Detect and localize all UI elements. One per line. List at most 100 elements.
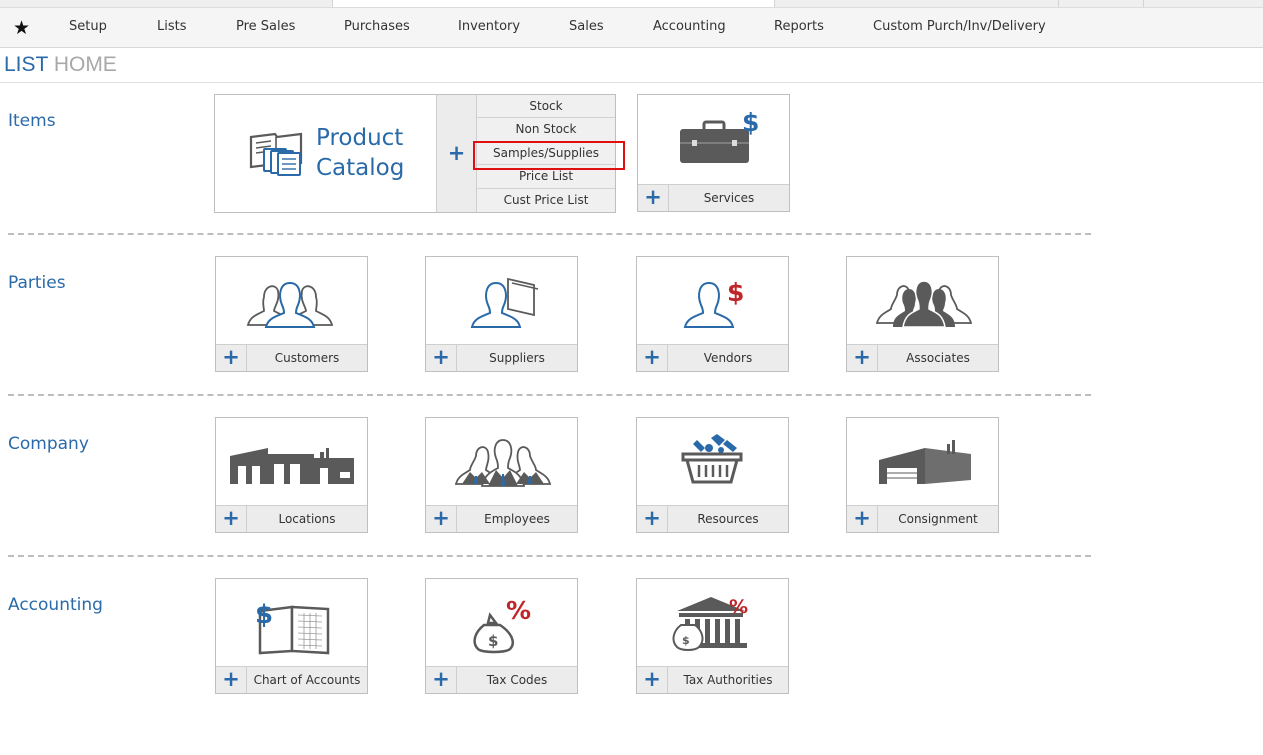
card-footer: + Consignment	[847, 505, 998, 532]
card-customers[interactable]: + Customers	[215, 256, 368, 372]
consignment-label[interactable]: Consignment	[878, 506, 998, 532]
chart-of-accounts-icon: $	[255, 600, 330, 655]
card-consignment[interactable]: + Consignment	[846, 417, 999, 533]
suppliers-icon	[470, 277, 539, 328]
nav-sales[interactable]: Sales	[569, 19, 604, 34]
card-art: $ %	[426, 579, 577, 668]
section-label-items: Items	[8, 111, 56, 131]
svg-text:$: $	[488, 632, 498, 650]
add-location-button[interactable]: +	[216, 506, 247, 532]
resources-icon	[681, 434, 743, 484]
locations-label[interactable]: Locations	[247, 506, 367, 532]
product-catalog-title-line1: Product	[316, 125, 404, 151]
card-footer: + Employees	[426, 505, 577, 532]
card-art	[216, 418, 367, 507]
services-label[interactable]: Services	[669, 185, 789, 211]
page-title-list: LIST	[4, 53, 48, 76]
add-resource-button[interactable]: +	[637, 506, 668, 532]
nav-reports[interactable]: Reports	[774, 19, 824, 34]
consignment-icon	[879, 440, 971, 484]
add-associate-button[interactable]: +	[847, 345, 878, 371]
employees-icon	[454, 439, 552, 487]
suppliers-label[interactable]: Suppliers	[457, 345, 577, 371]
svg-text:%: %	[506, 596, 531, 625]
tax-codes-label[interactable]: Tax Codes	[457, 667, 577, 693]
toolbox-icon: $	[680, 108, 759, 163]
card-locations[interactable]: + Locations	[215, 417, 368, 533]
add-tax-code-button[interactable]: +	[426, 667, 457, 693]
add-services-button[interactable]: +	[638, 185, 669, 211]
sub-item-cust-price-list[interactable]: Cust Price List	[477, 189, 615, 212]
card-suppliers[interactable]: + Suppliers	[425, 256, 578, 372]
section-label-parties: Parties	[8, 273, 66, 293]
active-tab[interactable]	[332, 0, 775, 7]
page-title: LIST HOME	[4, 53, 117, 77]
card-footer: + Customers	[216, 344, 367, 371]
sub-item-non-stock[interactable]: Non Stock	[477, 118, 615, 142]
svg-text:$: $	[255, 600, 273, 630]
card-art	[847, 257, 998, 346]
card-art	[637, 418, 788, 507]
card-tax-authorities[interactable]: % $ + Tax Authorities	[636, 578, 789, 694]
card-footer: + Services	[638, 184, 789, 211]
card-employees[interactable]: + Employees	[425, 417, 578, 533]
add-consignment-button[interactable]: +	[847, 506, 878, 532]
section-divider	[8, 394, 1091, 396]
sub-item-stock[interactable]: Stock	[477, 95, 615, 119]
add-customer-button[interactable]: +	[216, 345, 247, 371]
svg-text:$: $	[727, 278, 744, 307]
tax-authorities-icon: % $	[672, 596, 748, 651]
nav-lists[interactable]: Lists	[157, 19, 187, 34]
card-vendors[interactable]: $ + Vendors	[636, 256, 789, 372]
nav-custom-purch-inv-delivery[interactable]: Custom Purch/Inv/Delivery	[873, 19, 1046, 34]
associates-label[interactable]: Associates	[878, 345, 998, 371]
card-art: $	[637, 257, 788, 346]
card-art: $	[638, 95, 789, 186]
card-footer: + Tax Authorities	[637, 666, 788, 693]
section-label-company: Company	[8, 434, 89, 454]
customers-icon	[246, 281, 334, 328]
card-footer: + Tax Codes	[426, 666, 577, 693]
card-chart-of-accounts[interactable]: $ + Chart of Accounts	[215, 578, 368, 694]
add-account-button[interactable]: +	[216, 667, 247, 693]
card-tax-codes[interactable]: $ % + Tax Codes	[425, 578, 578, 694]
card-footer: + Vendors	[637, 344, 788, 371]
card-footer: + Associates	[847, 344, 998, 371]
card-footer: + Suppliers	[426, 344, 577, 371]
card-art: % $	[637, 579, 788, 668]
favorites-star-icon[interactable]: ★	[13, 17, 30, 39]
nav-accounting[interactable]: Accounting	[653, 19, 726, 34]
add-product-button[interactable]: +	[437, 95, 477, 212]
nav-inventory[interactable]: Inventory	[458, 19, 520, 34]
product-catalog-main[interactable]: Product Catalog	[215, 95, 437, 212]
card-footer: + Locations	[216, 505, 367, 532]
add-supplier-button[interactable]: +	[426, 345, 457, 371]
svg-text:%: %	[729, 596, 748, 618]
customers-label[interactable]: Customers	[247, 345, 367, 371]
card-resources[interactable]: + Resources	[636, 417, 789, 533]
card-services[interactable]: $ + Services	[637, 94, 790, 212]
top-tab-strip	[0, 0, 1263, 7]
resources-label[interactable]: Resources	[668, 506, 788, 532]
tab-separator	[1058, 0, 1059, 7]
card-art: $	[216, 579, 367, 668]
vendors-label[interactable]: Vendors	[668, 345, 788, 371]
card-art	[216, 257, 367, 346]
svg-text:$: $	[682, 634, 690, 647]
chart-of-accounts-label[interactable]: Chart of Accounts	[247, 667, 367, 693]
card-footer: + Chart of Accounts	[216, 666, 367, 693]
nav-purchases[interactable]: Purchases	[344, 19, 410, 34]
section-divider	[8, 555, 1091, 557]
nav-setup[interactable]: Setup	[69, 19, 107, 34]
add-tax-authority-button[interactable]: +	[637, 667, 668, 693]
card-associates[interactable]: + Associates	[846, 256, 999, 372]
card-art	[426, 257, 577, 346]
nav-pre-sales[interactable]: Pre Sales	[236, 19, 295, 34]
tax-authorities-label[interactable]: Tax Authorities	[668, 667, 788, 693]
product-catalog-icon	[249, 132, 303, 176]
locations-icon	[230, 448, 354, 484]
add-employee-button[interactable]: +	[426, 506, 457, 532]
employees-label[interactable]: Employees	[457, 506, 577, 532]
main-nav: ★ Setup Lists Pre Sales Purchases Invent…	[0, 7, 1263, 48]
add-vendor-button[interactable]: +	[637, 345, 668, 371]
